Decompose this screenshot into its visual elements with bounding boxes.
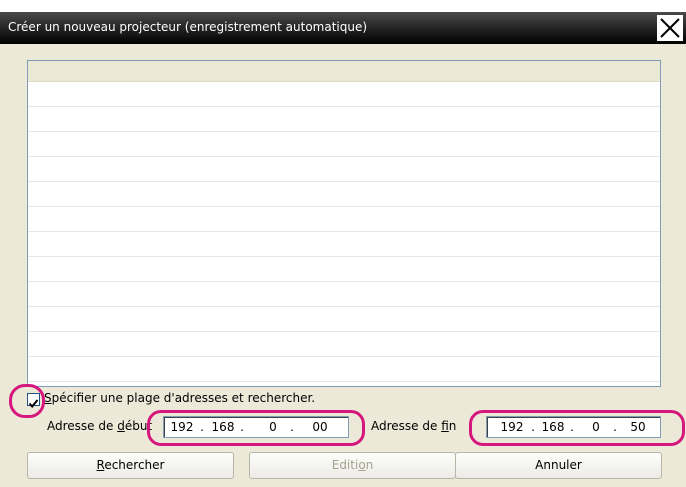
list-row-divider: [28, 331, 660, 332]
dialog-window: Créer un nouveau projecteur (enregistrem…: [0, 12, 686, 487]
cancel-button[interactable]: Annuler: [455, 452, 662, 479]
projector-list[interactable]: [27, 60, 661, 387]
highlight-end-ip-annotation: [469, 410, 685, 446]
list-row-divider: [28, 381, 660, 382]
checkbox-label-accel: S: [44, 391, 52, 405]
window-title: Créer un nouveau projecteur (enregistrem…: [8, 20, 368, 34]
list-row-divider: [28, 206, 660, 207]
list-row-divider: [28, 156, 660, 157]
close-icon: [660, 18, 680, 38]
list-header: [28, 61, 660, 82]
list-row-divider: [28, 256, 660, 257]
title-bar: Créer un nouveau projecteur (enregistrem…: [0, 12, 686, 44]
list-row-divider: [28, 131, 660, 132]
range-checkbox-label[interactable]: Spécifier une plage d'adresses et recher…: [44, 391, 315, 405]
close-button[interactable]: [657, 15, 683, 41]
end-address-label: Adresse de fin: [371, 419, 457, 433]
edit-button[interactable]: Edition: [249, 452, 456, 479]
cropped-page-heading: [0, 0, 686, 12]
list-row-divider: [28, 306, 660, 307]
list-row-divider: [28, 281, 660, 282]
highlight-checkbox-annotation: [9, 384, 45, 418]
list-row-divider: [28, 231, 660, 232]
start-address-label: Adresse de début: [47, 419, 153, 433]
list-row-divider: [28, 106, 660, 107]
list-row-divider: [28, 181, 660, 182]
list-row-divider: [28, 356, 660, 357]
checkbox-label-text: pécifier une plage d'adresses et recherc…: [51, 391, 316, 405]
search-button[interactable]: Rechercher: [27, 452, 234, 479]
highlight-start-ip-annotation: [147, 410, 365, 446]
